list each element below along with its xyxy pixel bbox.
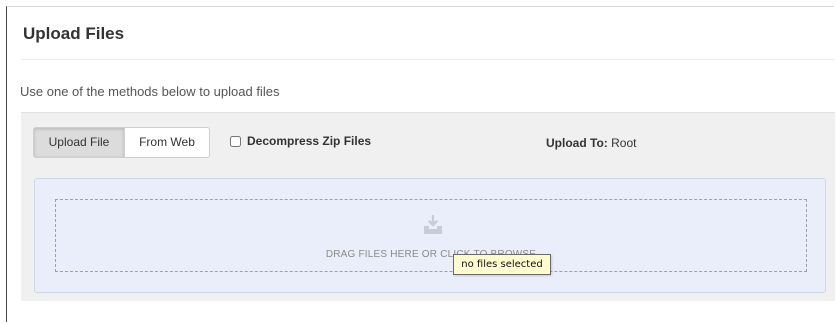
tooltip: no files selected: [453, 254, 551, 275]
upload-file-button[interactable]: Upload File: [33, 127, 125, 158]
upload-instructions: Use one of the methods below to upload f…: [20, 84, 280, 99]
upload-methods-panel: Upload File From Web Decompress Zip File…: [21, 112, 835, 301]
upload-destination: Upload To: Root: [546, 136, 636, 150]
upload-files-panel: Upload Files Use one of the methods belo…: [6, 6, 835, 322]
decompress-label[interactable]: Decompress Zip Files: [247, 134, 371, 148]
upload-to-label: Upload To:: [546, 136, 608, 150]
dropzone-text: DRAG FILES HERE OR CLICK TO BROWSE: [325, 249, 537, 260]
page-title: Upload Files: [23, 24, 125, 43]
decompress-checkbox[interactable]: [230, 135, 241, 147]
dropzone-container: DRAG FILES HERE OR CLICK TO BROWSE: [34, 178, 826, 293]
decompress-option: Decompress Zip Files: [230, 134, 371, 148]
file-drop-zone[interactable]: DRAG FILES HERE OR CLICK TO BROWSE: [55, 199, 807, 272]
upload-method-toggle: Upload File From Web: [33, 127, 210, 158]
from-web-button[interactable]: From Web: [125, 127, 210, 158]
upload-tray-icon: [424, 215, 442, 234]
upload-to-value: Root: [611, 136, 637, 150]
title-divider: [21, 59, 835, 60]
